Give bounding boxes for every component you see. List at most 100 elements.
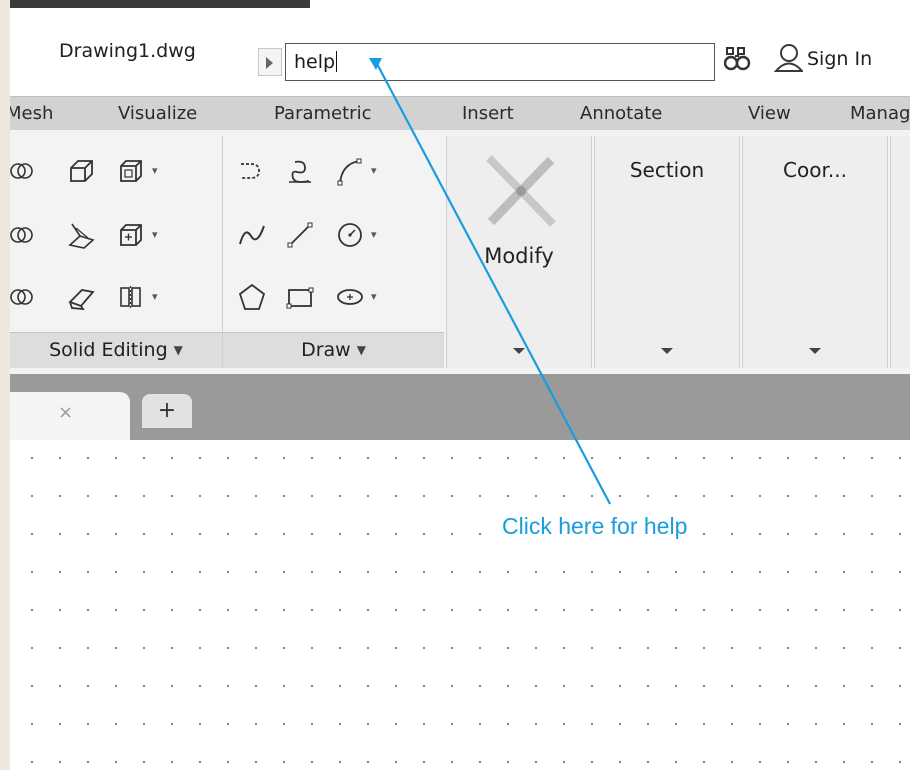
extrude-faces-icon[interactable] (66, 156, 96, 186)
grid-dot (898, 494, 902, 498)
user-icon[interactable] (773, 42, 803, 74)
grid-dot (226, 532, 230, 536)
taper-faces-icon[interactable] (66, 220, 96, 250)
intersect-icon[interactable] (10, 282, 40, 312)
grid-dot (702, 646, 706, 650)
grid-dot (86, 532, 90, 536)
chevron-down-icon[interactable]: ▾ (371, 228, 377, 241)
rectangle-icon[interactable] (285, 282, 315, 312)
tab-mesh[interactable]: Mesh (10, 103, 53, 124)
grid-dot (310, 532, 314, 536)
grid-dot (170, 722, 174, 726)
grid-dot (730, 494, 734, 498)
grid-dot (58, 722, 62, 726)
grid-dot (30, 722, 34, 726)
subtract-icon[interactable] (10, 220, 40, 250)
chevron-down-icon[interactable]: ▾ (152, 290, 158, 303)
grid-dot (506, 760, 510, 764)
circle-icon[interactable] (335, 220, 365, 250)
tab-annotate[interactable]: Annotate (580, 103, 662, 124)
polygon-icon[interactable] (237, 282, 267, 312)
document-title: Drawing1.dwg (59, 40, 196, 62)
grid-dot (842, 684, 846, 688)
grid-dot (86, 684, 90, 688)
grid-dot (786, 684, 790, 688)
tab-insert[interactable]: Insert (462, 103, 514, 124)
line-icon[interactable] (285, 220, 315, 250)
tab-view[interactable]: View (748, 103, 791, 124)
modify-label: Modify (484, 244, 554, 268)
grid-dot (30, 684, 34, 688)
grid-dot (646, 684, 650, 688)
text-caret (336, 51, 338, 72)
file-tab-drawing1[interactable]: × (10, 392, 130, 440)
grid-dot (422, 684, 426, 688)
close-icon[interactable]: × (58, 402, 73, 423)
helix-path-icon[interactable] (237, 156, 267, 186)
grid-dot (254, 456, 258, 460)
grid-dot (674, 684, 678, 688)
grid-dot (898, 722, 902, 726)
grid-dot (170, 494, 174, 498)
grid-dot (366, 722, 370, 726)
grid-dot (338, 760, 342, 764)
grid-dot (758, 456, 762, 460)
section-panel[interactable]: Section (594, 136, 740, 368)
title-strip (10, 0, 310, 8)
shell-icon[interactable] (116, 282, 146, 312)
chevron-down-icon[interactable]: ▾ (152, 228, 158, 241)
tab-parametric[interactable]: Parametric (274, 103, 371, 124)
solid-editing-panel-footer[interactable]: Solid Editing ▼ (10, 332, 222, 368)
grid-dot (534, 456, 538, 460)
grid-dot (562, 760, 566, 764)
ellipse-icon[interactable] (335, 282, 365, 312)
grid-dot (394, 684, 398, 688)
grid-dot (338, 570, 342, 574)
union-icon[interactable] (10, 156, 40, 186)
binoculars-icon[interactable] (724, 44, 754, 72)
grid-dot (534, 494, 538, 498)
grid-dot (254, 646, 258, 650)
modify-panel[interactable]: Modify (446, 136, 592, 368)
new-tab-button[interactable]: + (142, 394, 192, 428)
grid-dot (842, 608, 846, 612)
grid-dot (310, 456, 314, 460)
spline-freehand-icon[interactable] (237, 220, 267, 250)
grid-dot (226, 494, 230, 498)
draw-panel-footer[interactable]: Draw ▼ (223, 332, 444, 368)
coordinates-label: Coor... (783, 158, 847, 182)
grid-dot (898, 570, 902, 574)
grid-dot (422, 646, 426, 650)
grid-dot (898, 608, 902, 612)
grid-dot (366, 456, 370, 460)
panel-label: Draw (301, 339, 351, 361)
coordinates-panel[interactable]: Coor... (742, 136, 888, 368)
chevron-down-icon: ▼ (356, 343, 366, 357)
box-edges-icon[interactable] (116, 156, 146, 186)
chevron-down-icon[interactable]: ▾ (371, 164, 377, 177)
search-input[interactable]: help (285, 43, 715, 81)
tab-manage[interactable]: Manage (850, 103, 910, 124)
sign-in-link[interactable]: Sign In (807, 48, 872, 70)
next-panel[interactable] (890, 136, 910, 368)
grid-dot (870, 646, 874, 650)
grid-dot (618, 722, 622, 726)
helix-icon[interactable] (285, 156, 315, 186)
separate-icon[interactable] (116, 220, 146, 250)
grid-dot (86, 760, 90, 764)
drawing-canvas[interactable]: Click here for help (10, 440, 910, 770)
offset-faces-icon[interactable] (66, 282, 96, 312)
expand-arrow-button[interactable] (258, 48, 282, 76)
grid-dot (170, 684, 174, 688)
grid-dot (478, 646, 482, 650)
grid-dot (30, 570, 34, 574)
spline-curve-icon[interactable] (335, 156, 365, 186)
grid-dot (198, 684, 202, 688)
chevron-down-icon[interactable]: ▾ (371, 290, 377, 303)
grid-dot (814, 646, 818, 650)
grid-dot (58, 456, 62, 460)
tab-visualize[interactable]: Visualize (118, 103, 197, 124)
chevron-down-icon[interactable]: ▾ (152, 164, 158, 177)
grid-dot (562, 456, 566, 460)
grid-dot (310, 646, 314, 650)
